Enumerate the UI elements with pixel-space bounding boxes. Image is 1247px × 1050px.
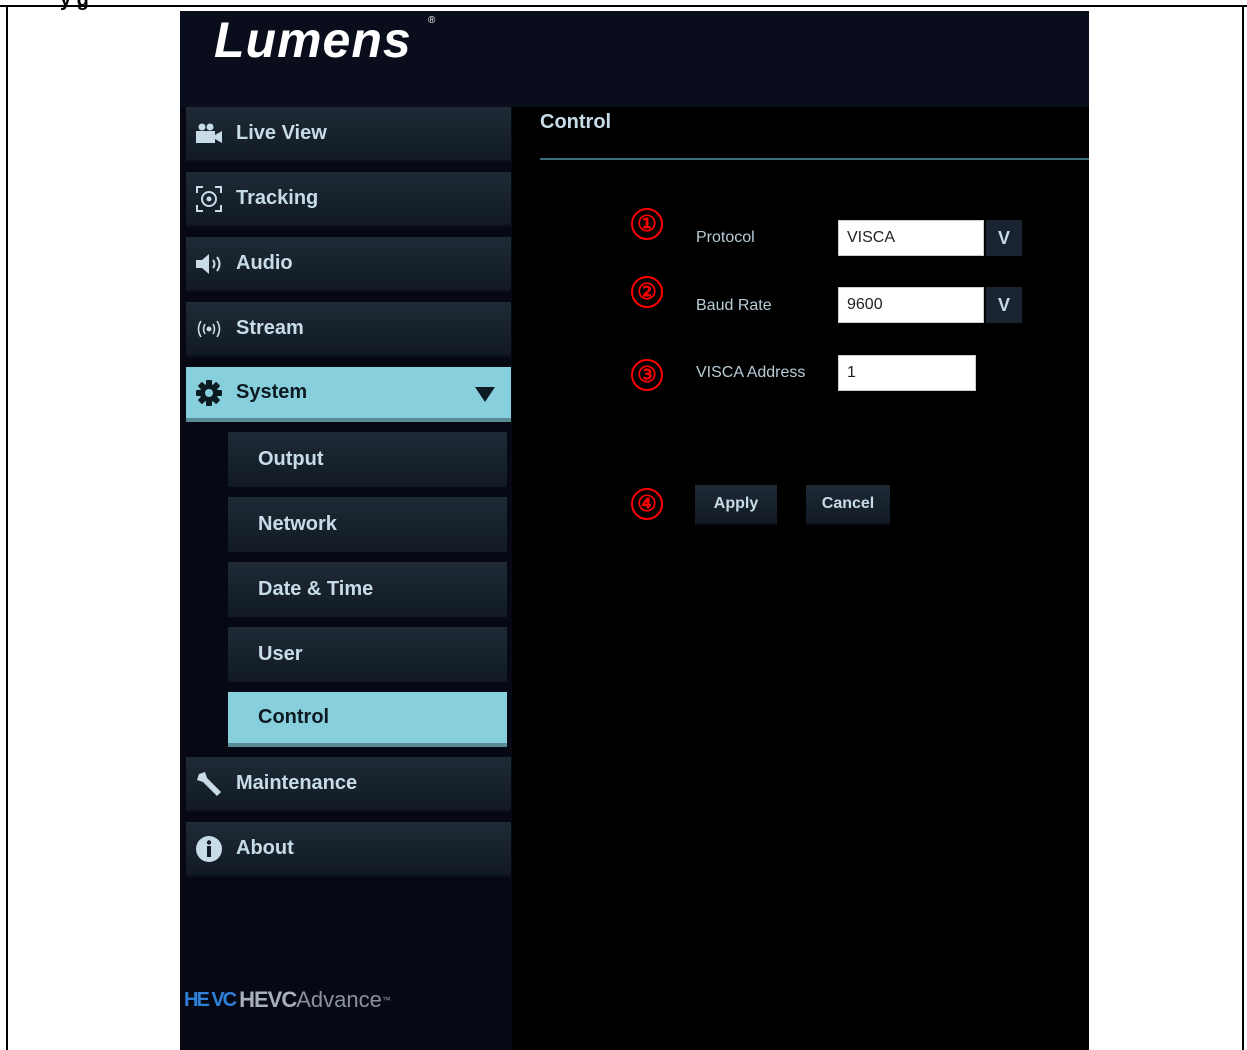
callout-marker-2: ② (631, 276, 663, 308)
sidebar-item-label: Tracking (236, 187, 319, 209)
hevc-logo-light: Advance (296, 987, 382, 1012)
hevc-logo-tm: ™ (381, 995, 391, 1005)
page-frame-left (6, 5, 8, 1050)
callout-marker-3: ③ (631, 359, 663, 391)
baud-rate-select-value[interactable]: 9600 (838, 287, 984, 323)
page-title: Control (540, 111, 612, 133)
chevron-down-icon[interactable]: V (986, 287, 1022, 323)
speaker-icon (194, 249, 224, 279)
callout-marker-4: ④ (631, 488, 663, 520)
sidebar-item-tracking[interactable]: Tracking (186, 172, 511, 227)
chevron-down-icon[interactable]: V (986, 220, 1022, 256)
hevc-mark: HE VC (184, 988, 237, 1011)
submenu-item-user[interactable]: User (228, 627, 507, 682)
sidebar-item-live-view[interactable]: Live View (186, 107, 511, 162)
callout-marker-1: ① (631, 208, 663, 240)
hevc-logo-bold: HEVC (239, 987, 297, 1012)
header-bar: Lumens ® (180, 11, 1089, 107)
wrench-icon (194, 769, 224, 799)
submenu-item-network[interactable]: Network (228, 497, 507, 552)
visca-address-label: VISCA Address (696, 364, 806, 381)
main-content: Control ① Protocol VISCA V ② Baud Rate 9… (540, 107, 1089, 1050)
protocol-label: Protocol (696, 229, 755, 246)
sidebar-item-label: System (236, 381, 308, 403)
submenu-item-control[interactable]: Control (228, 692, 507, 747)
sidebar-item-label: Audio (236, 252, 293, 274)
tracking-target-icon (194, 184, 224, 214)
page-frame-right (1242, 5, 1244, 1050)
sidebar-item-label: About (236, 837, 294, 859)
info-icon (194, 834, 224, 864)
video-camera-icon (194, 119, 224, 149)
registered-mark: ® (428, 15, 436, 26)
broadcast-icon (194, 314, 224, 344)
sidebar-item-audio[interactable]: Audio (186, 237, 511, 292)
protocol-select-value[interactable]: VISCA (838, 220, 984, 256)
visca-address-input[interactable]: 1 (838, 355, 976, 391)
submenu-item-label: Output (258, 448, 324, 470)
apply-button[interactable]: Apply (695, 485, 777, 525)
sidebar-item-label: Live View (236, 122, 327, 144)
hevc-advance-logo: HE VC HEVC Advance ™ (184, 987, 391, 1013)
submenu-item-date-time[interactable]: Date & Time (228, 562, 507, 617)
sidebar-item-about[interactable]: About (186, 822, 511, 877)
sidebar-item-label: Stream (236, 317, 304, 339)
title-underline (540, 158, 1089, 160)
sidebar-item-stream[interactable]: Stream (186, 302, 511, 357)
submenu-item-label: User (258, 643, 303, 665)
cancel-button[interactable]: Cancel (806, 485, 890, 525)
submenu-item-label: Control (258, 706, 330, 728)
baud-rate-label: Baud Rate (696, 297, 772, 314)
sidebar-item-maintenance[interactable]: Maintenance (186, 757, 511, 812)
chevron-down-icon (475, 387, 495, 402)
gear-icon (194, 378, 224, 408)
sidebar-item-system[interactable]: System (186, 367, 511, 422)
submenu-item-label: Network (258, 513, 337, 535)
lumens-logo: Lumens (214, 12, 412, 68)
camera-web-ui: Lumens ® Live View Tracking Audio Stream… (180, 11, 1089, 1050)
protocol-select[interactable]: VISCA V (838, 220, 1022, 256)
submenu-item-label: Date & Time (258, 578, 374, 600)
sidebar-item-label: Maintenance (236, 772, 358, 794)
page-frame-top (0, 5, 1247, 7)
submenu-item-output[interactable]: Output (228, 432, 507, 487)
document-heading-fragment: y g (60, 0, 89, 11)
sidebar: Live View Tracking Audio Stream System O… (180, 107, 512, 1050)
baud-rate-select[interactable]: 9600 V (838, 287, 1022, 323)
